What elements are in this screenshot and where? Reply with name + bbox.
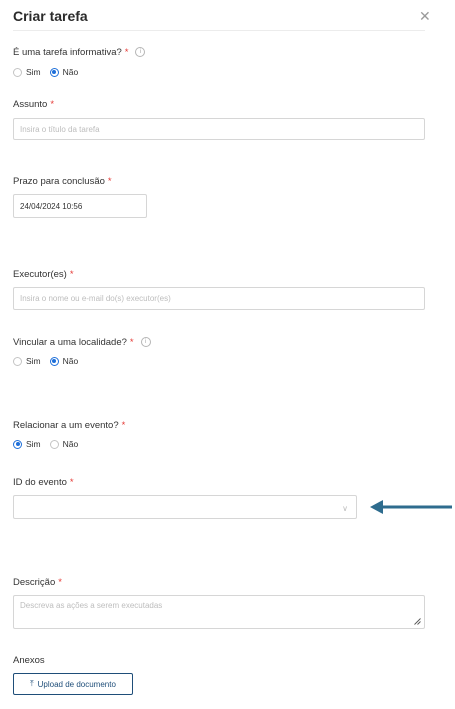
- required-asterisk: *: [121, 420, 126, 431]
- descricao-label-text: Descrição: [13, 577, 56, 588]
- option-label: Não: [62, 439, 79, 449]
- required-asterisk: *: [50, 99, 55, 110]
- evento-label: Relacionar a um evento? *: [13, 420, 125, 431]
- assunto-label: Assunto *: [13, 99, 54, 110]
- evento-label-text: Relacionar a um evento?: [13, 420, 119, 431]
- option-label: Não: [62, 67, 79, 77]
- close-icon[interactable]: ✕: [419, 9, 431, 23]
- required-asterisk: *: [69, 269, 74, 280]
- option-label: Não: [62, 356, 79, 366]
- upload-document-button[interactable]: ⤒ Upload de documento: [13, 673, 133, 695]
- descricao-textarea[interactable]: Descreva as ações a serem executadas: [13, 595, 425, 629]
- chevron-down-icon[interactable]: ∨: [342, 504, 348, 513]
- anexos-label: Anexos: [13, 655, 45, 666]
- info-icon[interactable]: i: [140, 337, 151, 348]
- evento-option-sim[interactable]: Sim: [13, 439, 41, 449]
- radio-sim[interactable]: [13, 356, 22, 366]
- option-label: Sim: [26, 439, 41, 449]
- id-evento-select[interactable]: ∨: [13, 495, 357, 519]
- required-asterisk: *: [58, 577, 62, 588]
- radio-nao[interactable]: [49, 439, 59, 449]
- option-label: Sim: [26, 67, 41, 77]
- modal-title: Criar tarefa: [13, 8, 88, 24]
- radio-sim[interactable]: [13, 67, 22, 77]
- radio-nao[interactable]: [49, 67, 59, 77]
- required-asterisk: *: [124, 47, 129, 58]
- informativa-label: É uma tarefa informativa? * i: [13, 47, 146, 58]
- informativa-option-nao[interactable]: Não: [49, 67, 79, 77]
- option-label: Sim: [26, 356, 41, 366]
- assunto-input[interactable]: Insira o título da tarefa: [13, 118, 425, 140]
- required-asterisk: *: [107, 176, 112, 187]
- info-icon[interactable]: i: [135, 47, 146, 58]
- informativa-radio-group: Sim Não: [13, 67, 87, 77]
- executor-input[interactable]: Insira o nome ou e-mail do(s) executor(e…: [13, 287, 425, 310]
- upload-button-label: Upload de documento: [37, 679, 116, 689]
- prazo-label: Prazo para conclusão *: [13, 176, 112, 187]
- prazo-label-text: Prazo para conclusão: [13, 176, 105, 187]
- executor-label-text: Executor(es): [13, 269, 67, 280]
- annotation-arrow-icon: [370, 500, 452, 514]
- localidade-option-sim[interactable]: Sim: [13, 356, 41, 366]
- localidade-option-nao[interactable]: Não: [49, 356, 79, 366]
- evento-option-nao[interactable]: Não: [49, 439, 79, 449]
- prazo-datetime-input[interactable]: 24/04/2024 10:56: [13, 194, 147, 218]
- required-asterisk: *: [129, 337, 134, 348]
- executor-label: Executor(es) *: [13, 269, 74, 280]
- evento-radio-group: Sim Não: [13, 439, 87, 449]
- localidade-radio-group: Sim Não: [13, 356, 87, 366]
- localidade-label-text: Vincular a uma localidade?: [13, 337, 127, 348]
- localidade-label: Vincular a uma localidade? * i: [13, 337, 151, 348]
- required-asterisk: *: [69, 477, 74, 488]
- id-evento-label: ID do evento *: [13, 477, 74, 488]
- resize-handle-icon[interactable]: [414, 618, 421, 625]
- header-divider: [13, 30, 425, 31]
- upload-icon: ⤒: [30, 679, 34, 688]
- id-evento-label-text: ID do evento: [13, 477, 67, 488]
- assunto-label-text: Assunto: [13, 99, 48, 110]
- descricao-placeholder: Descreva as ações a serem executadas: [20, 601, 163, 610]
- descricao-label: Descrição *: [13, 577, 62, 588]
- informativa-option-sim[interactable]: Sim: [13, 67, 41, 77]
- radio-nao[interactable]: [49, 356, 59, 366]
- informativa-label-text: É uma tarefa informativa?: [13, 47, 122, 58]
- radio-sim[interactable]: [13, 439, 22, 449]
